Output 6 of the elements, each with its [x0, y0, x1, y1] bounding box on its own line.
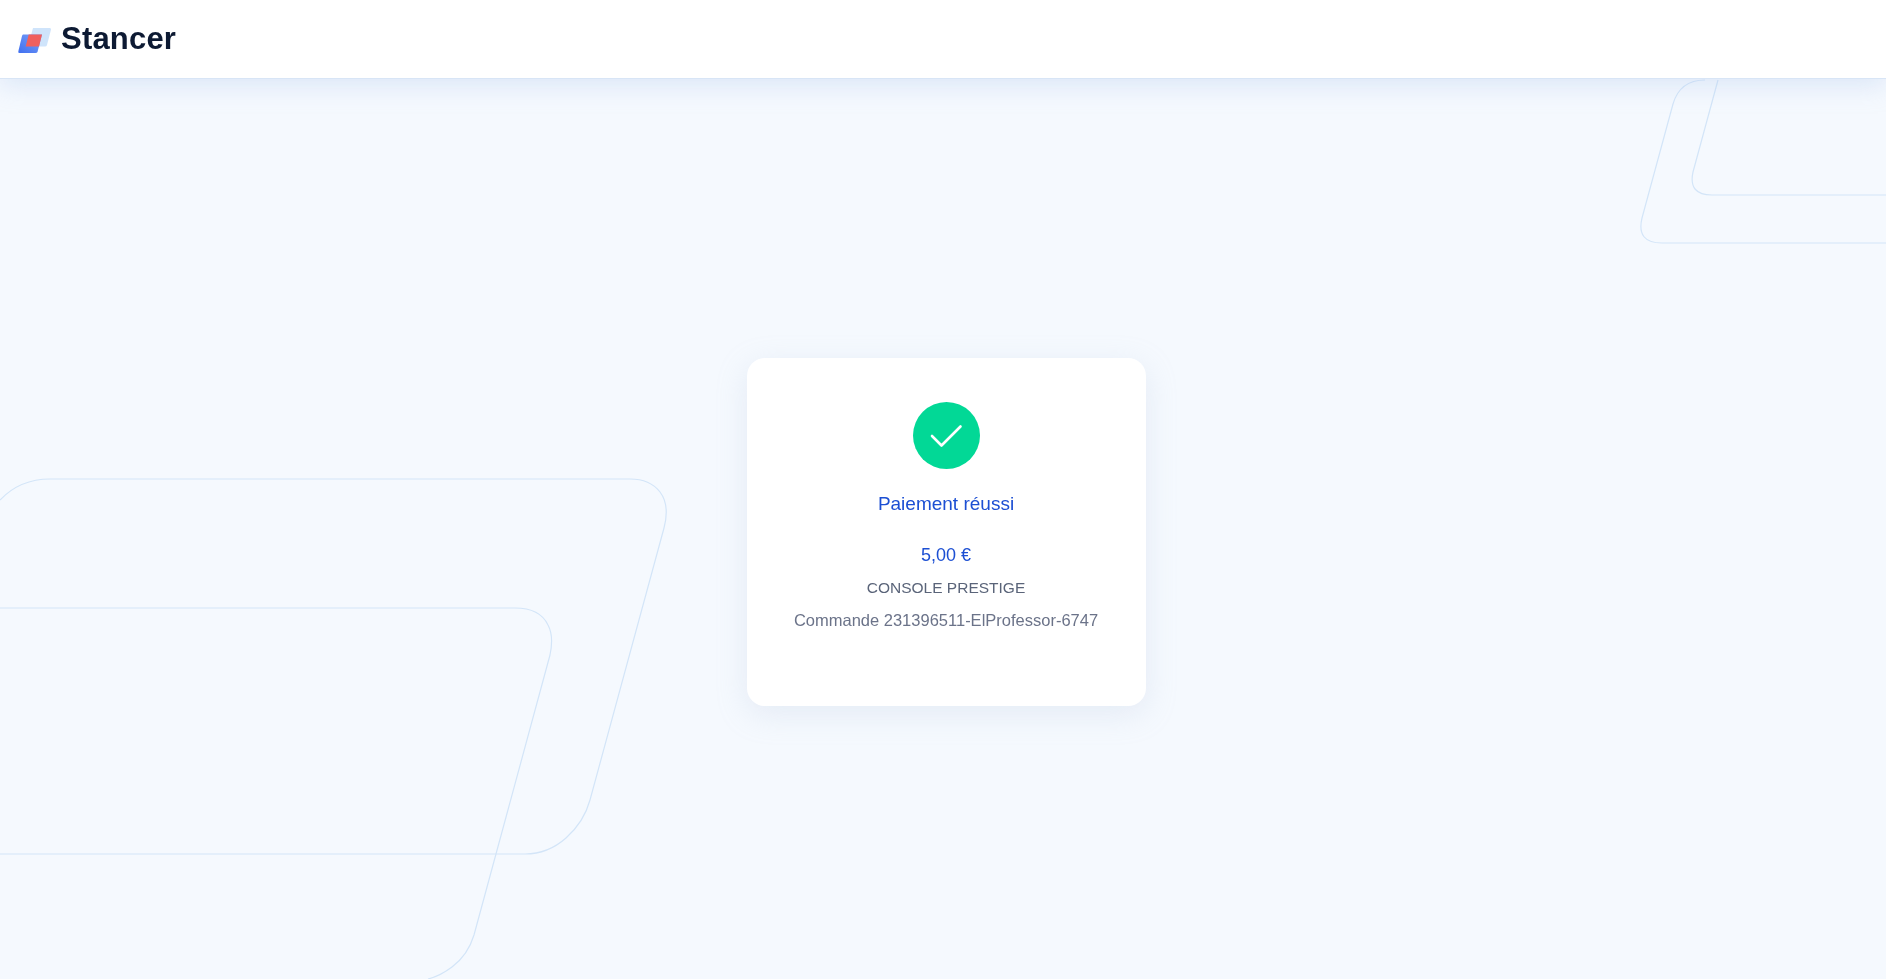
brand-name: Stancer — [61, 21, 177, 57]
logo-icon — [18, 27, 51, 53]
status-title: Paiement réussi — [877, 492, 1015, 516]
amount-text: 5,00 € — [920, 544, 971, 567]
order-reference: Commande 231396511-ElProfessor-6747 — [793, 610, 1099, 631]
product-name: CONSOLE PRESTIGE — [866, 578, 1026, 598]
